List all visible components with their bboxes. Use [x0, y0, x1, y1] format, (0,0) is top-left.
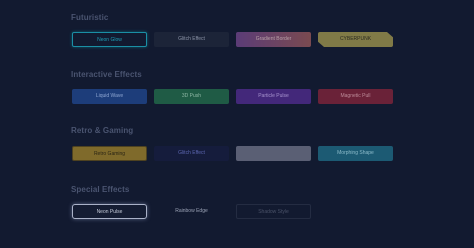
shadow-style-button[interactable]: Shadow Style: [236, 204, 311, 219]
retro-gaming-button[interactable]: Retro Gaming: [72, 146, 147, 161]
section-title-interactive-effects: Interactive Effects: [71, 70, 142, 79]
glass-button[interactable]: [236, 146, 311, 161]
3d-push-button[interactable]: 3D Push: [154, 89, 229, 104]
neon-glow-button[interactable]: Neon Glow: [72, 32, 147, 47]
section-title-retro-gaming: Retro & Gaming: [71, 126, 134, 135]
liquid-wave-button[interactable]: Liquid Wave: [72, 89, 147, 104]
rainbow-edge-button[interactable]: Rainbow Edge: [154, 204, 229, 219]
button-showcase: Futuristic Neon Glow Glitch Effect Gradi…: [0, 0, 474, 248]
glitch-effect-button-2[interactable]: Glitch Effect: [154, 146, 229, 161]
cyberpunk-button[interactable]: CYBERPUNK: [318, 32, 393, 47]
glitch-effect-button[interactable]: Glitch Effect: [154, 32, 229, 47]
neon-pulse-button[interactable]: Neon Pulse: [72, 204, 147, 219]
gradient-border-button[interactable]: Gradient Border: [236, 32, 311, 47]
morphing-shape-button[interactable]: Morphing Shape: [318, 146, 393, 161]
section-title-futuristic: Futuristic: [71, 13, 109, 22]
particle-pulse-button[interactable]: Particle Pulse: [236, 89, 311, 104]
magnetic-pull-button[interactable]: Magnetic Pull: [318, 89, 393, 104]
section-title-special-effects: Special Effects: [71, 185, 130, 194]
